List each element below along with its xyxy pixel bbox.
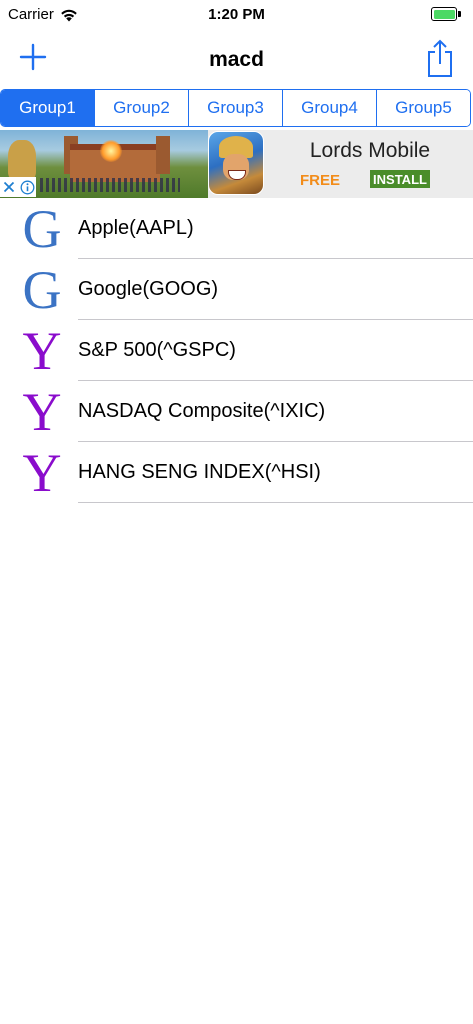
list-item-label: S&P 500(^GSPC) [78, 339, 236, 361]
ad-info-icon[interactable] [18, 177, 36, 197]
list-separator [78, 502, 473, 503]
navigation-bar: macd [0, 30, 473, 88]
google-source-icon: G [22, 198, 62, 259]
ad-price-label: FREE [300, 172, 341, 189]
segment-group1[interactable]: Group1 [1, 90, 94, 126]
symbol-list: G Apple(AAPL) G Google(GOOG) Y S&P 500(^… [0, 198, 473, 503]
list-item[interactable]: Y S&P 500(^GSPC) [0, 320, 473, 381]
ad-title: Lords Mobile [309, 139, 431, 162]
yahoo-source-icon: Y [22, 381, 62, 442]
ad-app-icon [208, 131, 264, 195]
list-item[interactable]: G Apple(AAPL) [0, 198, 473, 259]
share-icon [428, 39, 452, 77]
list-item[interactable]: G Google(GOOG) [0, 259, 473, 320]
status-bar: Carrier 1:20 PM [0, 0, 473, 30]
page-title: macd [209, 48, 264, 71]
list-item[interactable]: Y NASDAQ Composite(^IXIC) [0, 381, 473, 442]
yahoo-source-icon: Y [22, 320, 62, 381]
group-segmented-control: Group1 Group2 Group3 Group4 Group5 [0, 89, 471, 127]
ad-close-icon[interactable] [0, 177, 18, 197]
segment-group3[interactable]: Group3 [188, 90, 282, 126]
segment-group4[interactable]: Group4 [282, 90, 376, 126]
list-item-label: Apple(AAPL) [78, 217, 194, 239]
yahoo-source-icon: Y [22, 442, 62, 503]
status-time: 1:20 PM [208, 6, 265, 23]
list-item-label: NASDAQ Composite(^IXIC) [78, 400, 326, 422]
ad-banner[interactable]: Lords Mobile FREE INSTALL [0, 130, 473, 198]
google-source-icon: G [22, 259, 62, 320]
list-item-label: HANG SENG INDEX(^HSI) [78, 461, 321, 483]
list-item-label: Google(GOOG) [78, 278, 219, 300]
ad-controls [0, 177, 36, 197]
list-item[interactable]: Y HANG SENG INDEX(^HSI) [0, 442, 473, 503]
battery-icon [431, 7, 461, 21]
share-button[interactable] [425, 38, 455, 78]
segment-group2[interactable]: Group2 [94, 90, 188, 126]
segment-group5[interactable]: Group5 [376, 90, 470, 126]
ad-install-button[interactable]: INSTALL [370, 170, 430, 188]
